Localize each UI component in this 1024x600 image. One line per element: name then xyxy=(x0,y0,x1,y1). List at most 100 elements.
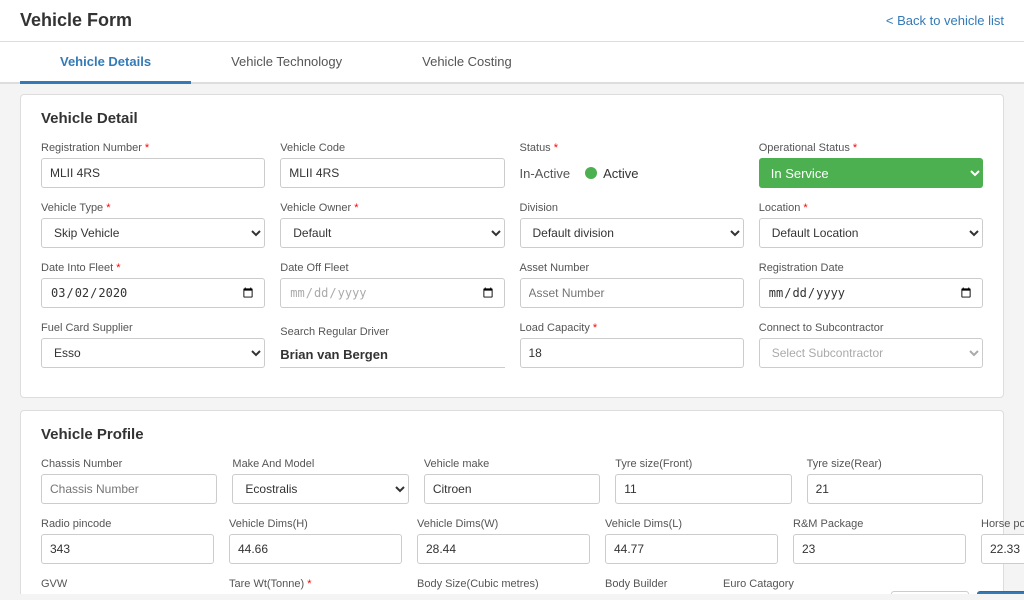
profile-row-1: Chassis Number Make And Model Ecostralis… xyxy=(41,458,983,504)
registration-number-input[interactable] xyxy=(41,158,265,188)
body-builder-group: Body Builder Select Body xyxy=(605,578,708,594)
division-select[interactable]: Default division xyxy=(520,218,744,248)
gvw-label: GVW xyxy=(41,578,214,590)
vehicle-dims-l-input[interactable] xyxy=(605,534,778,564)
page-header: Vehicle Form < Back to vehicle list xyxy=(0,0,1024,42)
registration-number-group: Registration Number * xyxy=(41,142,265,188)
status-active-label: Active xyxy=(603,166,638,181)
euro-category-group: Euro Catagory Select Euro Catagory xyxy=(723,578,876,594)
vehicle-make-label: Vehicle make xyxy=(424,458,600,470)
tyre-front-label: Tyre size(Front) xyxy=(615,458,791,470)
horse-power-label: Horse power xyxy=(981,518,1024,530)
vehicle-dims-w-input[interactable] xyxy=(417,534,590,564)
operational-status-select[interactable]: In Service xyxy=(759,158,983,188)
horse-power-group: Horse power xyxy=(981,518,1024,564)
active-indicator-dot xyxy=(585,167,597,179)
driver-name-display[interactable]: Brian van Bergen xyxy=(280,342,504,368)
tabs-bar: Vehicle Details Vehicle Technology Vehic… xyxy=(0,42,1024,84)
vehicle-make-input[interactable] xyxy=(424,474,600,504)
status-inactive-label: In-Active xyxy=(520,166,571,181)
asset-number-group: Asset Number xyxy=(520,262,744,308)
save-button[interactable]: Save xyxy=(977,591,1024,594)
date-off-fleet-label: Date Off Fleet xyxy=(280,262,504,274)
vehicle-profile-section: Vehicle Profile Chassis Number Make And … xyxy=(20,410,1004,594)
form-row-4: Fuel Card Supplier Esso Search Regular D… xyxy=(41,322,983,368)
date-into-fleet-group: Date Into Fleet * xyxy=(41,262,265,308)
tab-vehicle-technology[interactable]: Vehicle Technology xyxy=(191,42,382,84)
status-display: In-Active Active xyxy=(520,158,744,188)
date-into-fleet-label: Date Into Fleet * xyxy=(41,262,265,274)
load-capacity-label: Load Capacity * xyxy=(520,322,744,334)
vehicle-dims-w-label: Vehicle Dims(W) xyxy=(417,518,590,530)
vehicle-owner-group: Vehicle Owner * Default xyxy=(280,202,504,248)
status-group: Status * In-Active Active xyxy=(520,142,744,188)
vehicle-dims-h-input[interactable] xyxy=(229,534,402,564)
make-model-select[interactable]: Ecostralis xyxy=(232,474,408,504)
chassis-number-group: Chassis Number xyxy=(41,458,217,504)
location-group: Location * Default Location xyxy=(759,202,983,248)
rm-package-group: R&M Package xyxy=(793,518,966,564)
vehicle-code-group: Vehicle Code xyxy=(280,142,504,188)
tyre-front-group: Tyre size(Front) xyxy=(615,458,791,504)
date-off-fleet-input[interactable] xyxy=(280,278,504,308)
load-capacity-group: Load Capacity * xyxy=(520,322,744,368)
vehicle-type-label: Vehicle Type * xyxy=(41,202,265,214)
form-row-1: Registration Number * Vehicle Code Statu… xyxy=(41,142,983,188)
load-capacity-input[interactable] xyxy=(520,338,744,368)
status-label: Status * xyxy=(520,142,744,154)
connect-subcontractor-label: Connect to Subcontractor xyxy=(759,322,983,334)
vehicle-type-select[interactable]: Skip Vehicle xyxy=(41,218,265,248)
connect-subcontractor-group: Connect to Subcontractor Select Subcontr… xyxy=(759,322,983,368)
form-row-2: Vehicle Type * Skip Vehicle Vehicle Owne… xyxy=(41,202,983,248)
tyre-front-input[interactable] xyxy=(615,474,791,504)
horse-power-input[interactable] xyxy=(981,534,1024,564)
rm-package-input[interactable] xyxy=(793,534,966,564)
location-select[interactable]: Default Location xyxy=(759,218,983,248)
vehicle-profile-title: Vehicle Profile xyxy=(41,426,983,443)
vehicle-owner-select[interactable]: Default xyxy=(280,218,504,248)
asset-number-input[interactable] xyxy=(520,278,744,308)
page-title: Vehicle Form xyxy=(20,10,132,31)
tyre-rear-input[interactable] xyxy=(807,474,983,504)
connect-subcontractor-select[interactable]: Select Subcontractor xyxy=(759,338,983,368)
vehicle-dims-w-group: Vehicle Dims(W) xyxy=(417,518,590,564)
profile-row-2: Radio pincode Vehicle Dims(H) Vehicle Di… xyxy=(41,518,983,564)
regular-driver-group: Search Regular Driver Brian van Bergen xyxy=(280,326,504,368)
date-off-fleet-group: Date Off Fleet xyxy=(280,262,504,308)
status-active-wrapper: Active xyxy=(585,166,638,181)
date-into-fleet-input[interactable] xyxy=(41,278,265,308)
vehicle-owner-label: Vehicle Owner * xyxy=(280,202,504,214)
vehicle-code-input[interactable] xyxy=(280,158,504,188)
tare-wt-group: Tare Wt(Tonne) * xyxy=(229,578,402,594)
fuel-card-supplier-select[interactable]: Esso xyxy=(41,338,265,368)
tab-vehicle-details[interactable]: Vehicle Details xyxy=(20,42,191,84)
euro-category-label: Euro Catagory xyxy=(723,578,876,590)
back-to-list-link[interactable]: < Back to vehicle list xyxy=(886,13,1004,28)
tyre-rear-label: Tyre size(Rear) xyxy=(807,458,983,470)
operational-status-group: Operational Status * In Service xyxy=(759,142,983,188)
tyre-rear-group: Tyre size(Rear) xyxy=(807,458,983,504)
chassis-number-input[interactable] xyxy=(41,474,217,504)
registration-date-input[interactable] xyxy=(759,278,983,308)
vehicle-dims-h-group: Vehicle Dims(H) xyxy=(229,518,402,564)
chassis-number-label: Chassis Number xyxy=(41,458,217,470)
vehicle-dims-h-label: Vehicle Dims(H) xyxy=(229,518,402,530)
fuel-card-supplier-group: Fuel Card Supplier Esso xyxy=(41,322,265,368)
registration-date-group: Registration Date xyxy=(759,262,983,308)
radio-pincode-group: Radio pincode xyxy=(41,518,214,564)
fuel-card-supplier-label: Fuel Card Supplier xyxy=(41,322,265,334)
regular-driver-label: Search Regular Driver xyxy=(280,326,504,338)
vehicle-dims-l-label: Vehicle Dims(L) xyxy=(605,518,778,530)
profile-row-3: GVW Tare Wt(Tonne) * Body Size(Cubic met… xyxy=(41,578,983,594)
vehicle-detail-title: Vehicle Detail xyxy=(41,110,983,127)
gvw-group: GVW xyxy=(41,578,214,594)
vehicle-detail-section: Vehicle Detail Registration Number * Veh… xyxy=(20,94,1004,398)
radio-pincode-input[interactable] xyxy=(41,534,214,564)
content-area: Vehicle Detail Registration Number * Veh… xyxy=(0,84,1024,594)
division-label: Division xyxy=(520,202,744,214)
cancel-button[interactable]: Cancel xyxy=(891,591,969,594)
tab-vehicle-costing[interactable]: Vehicle Costing xyxy=(382,42,552,84)
make-model-label: Make And Model xyxy=(232,458,408,470)
registration-date-label: Registration Date xyxy=(759,262,983,274)
operational-status-label: Operational Status * xyxy=(759,142,983,154)
